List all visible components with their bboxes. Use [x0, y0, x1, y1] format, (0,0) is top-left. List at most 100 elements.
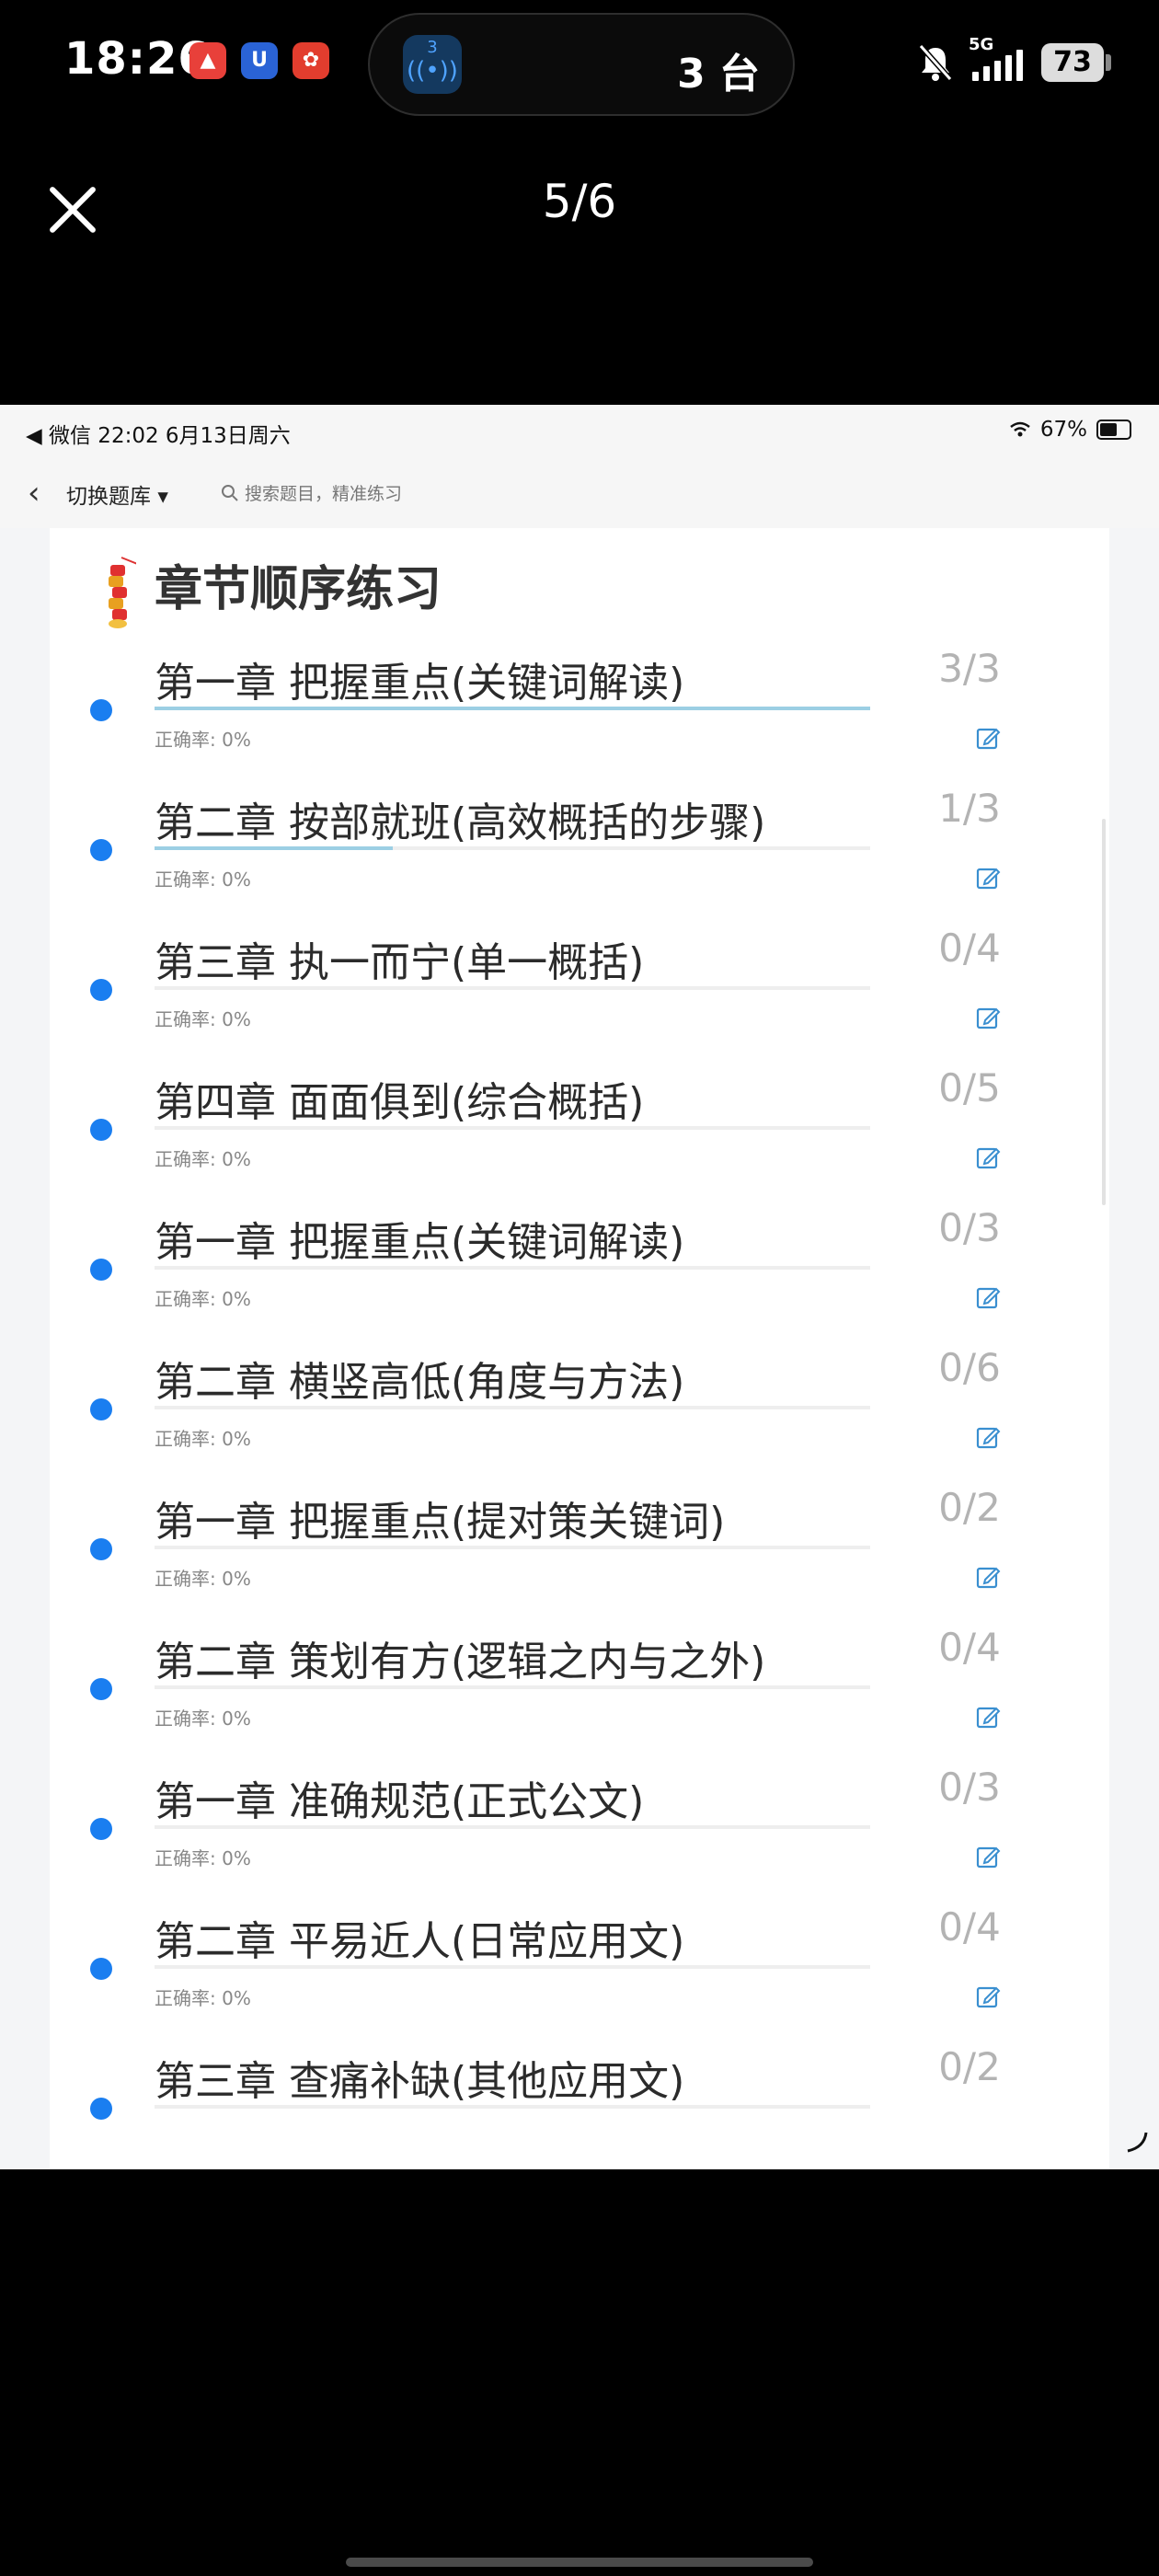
- signal-icon: 5G: [969, 35, 1023, 81]
- chapter-card: 章节顺序练习 第一章 把握重点(关键词解读) 正确率: 0% 3/3 第二章 按部就班…: [50, 528, 1109, 2169]
- edit-icon[interactable]: [975, 1424, 1001, 1450]
- progress-track: [155, 1825, 870, 1829]
- chapter-bullet: [90, 1678, 112, 1700]
- broadcast-icon: 3 ((•)): [403, 35, 462, 94]
- chapter-bullet: [90, 2098, 112, 2120]
- chapter-title: 第二章 平易近人(日常应用文): [155, 1918, 685, 1965]
- progress-fill: [155, 707, 870, 710]
- progress-track: [155, 986, 870, 990]
- progress-track: [155, 1965, 870, 1969]
- edit-icon[interactable]: [975, 725, 1001, 751]
- progress-count: 0/3: [938, 1205, 1001, 1250]
- progress-count: 3/3: [938, 646, 1001, 691]
- progress-count: 0/4: [938, 1904, 1001, 1949]
- dynamic-island[interactable]: 3 ((•)) 3 台: [368, 13, 795, 116]
- chapter-bullet: [90, 699, 112, 721]
- chapter-item[interactable]: 第一章 把握重点(提对策关键词) 正确率: 0% 0/2: [50, 1485, 1109, 1628]
- chapter-title: 第二章 按部就班(高效概括的步骤): [155, 799, 766, 846]
- progress-count: 0/3: [938, 1765, 1001, 1810]
- edit-icon[interactable]: [975, 865, 1001, 891]
- accuracy-label: 正确率: 0%: [155, 1148, 251, 1170]
- chapter-item[interactable]: 第一章 准确规范(正式公文) 正确率: 0% 0/3: [50, 1765, 1109, 1908]
- accuracy-label: 正确率: 0%: [155, 868, 251, 891]
- chapter-title: 第四章 面面俱到(综合概括): [155, 1079, 645, 1126]
- switch-bank-dropdown[interactable]: 切换题库 ▾: [66, 478, 168, 510]
- section-title: 章节顺序练习: [155, 562, 442, 617]
- edit-icon[interactable]: [975, 1284, 1001, 1310]
- firecracker-icon: [109, 557, 136, 628]
- progress-track: [155, 1546, 870, 1549]
- edit-icon[interactable]: [975, 1844, 1001, 1869]
- home-indicator[interactable]: [346, 2558, 813, 2567]
- chapter-title: 第一章 把握重点(提对策关键词): [155, 1499, 726, 1546]
- progress-count: 0/4: [938, 926, 1001, 971]
- chapter-title: 第三章 查痛补缺(其他应用文): [155, 2058, 685, 2105]
- scrollbar[interactable]: [1102, 819, 1106, 1205]
- chapter-item[interactable]: 第一章 把握重点(关键词解读) 正确率: 0% 3/3: [50, 646, 1109, 789]
- chapter-item[interactable]: 第二章 横竖高低(角度与方法) 正确率: 0% 0/6: [50, 1345, 1109, 1489]
- wifi-icon: [1010, 421, 1030, 437]
- edit-icon[interactable]: [975, 1984, 1001, 2009]
- progress-track: [155, 1126, 870, 1130]
- inner-status-left: ◀ 微信 22:02 6月13日周六: [26, 424, 291, 448]
- chapter-item[interactable]: 第四章 面面俱到(综合概括) 正确率: 0% 0/5: [50, 1065, 1109, 1209]
- progress-track: [155, 707, 870, 710]
- back-button[interactable]: ‹: [28, 475, 40, 512]
- status-time: 18:26: [64, 33, 210, 85]
- chapter-bullet: [90, 1259, 112, 1281]
- screenshot-image: ◀ 微信 22:02 6月13日周六 67% ‹ 切换题库 ▾ 搜索题目，精准练…: [0, 405, 1159, 2169]
- accuracy-label: 正确率: 0%: [155, 1987, 251, 2009]
- phone-status-bar: 18:26 ▲ U ✿ 3 ((•)) 3 台 5G 73: [0, 0, 1159, 129]
- edit-icon[interactable]: [975, 1704, 1001, 1730]
- progress-track: [155, 846, 870, 850]
- chapter-item[interactable]: 第三章 执一而宁(单一概括) 正确率: 0% 0/4: [50, 926, 1109, 1069]
- chapter-bullet: [90, 1119, 112, 1141]
- chapter-item[interactable]: 第三章 查痛补缺(其他应用文) 0/2: [50, 2044, 1109, 2169]
- chapter-item[interactable]: 第二章 策划有方(逻辑之内与之外) 正确率: 0% 0/4: [50, 1625, 1109, 1768]
- chapter-item[interactable]: 第一章 把握重点(关键词解读) 正确率: 0% 0/3: [50, 1205, 1109, 1349]
- blue-app-icon: U: [241, 42, 278, 79]
- progress-count: 0/2: [938, 2044, 1001, 2089]
- progress-track: [155, 2105, 870, 2109]
- search-input[interactable]: 搜索题目，精准练习: [221, 480, 402, 505]
- progress-track: [155, 1406, 870, 1409]
- accuracy-label: 正确率: 0%: [155, 729, 251, 751]
- progress-fill: [155, 846, 394, 850]
- chapter-title: 第二章 策划有方(逻辑之内与之外): [155, 1639, 766, 1685]
- accuracy-label: 正确率: 0%: [155, 1008, 251, 1030]
- accuracy-label: 正确率: 0%: [155, 1708, 251, 1730]
- island-text: 3 台: [677, 51, 760, 98]
- progress-count: 0/4: [938, 1625, 1001, 1670]
- chapter-bullet: [90, 979, 112, 1001]
- chapter-list: 第一章 把握重点(关键词解读) 正确率: 0% 3/3 第二章 按部就班(高效概括的步…: [50, 646, 1109, 2169]
- progress-count: 1/3: [938, 786, 1001, 831]
- chapter-bullet: [90, 1818, 112, 1840]
- bell-muted-icon: [918, 44, 953, 81]
- caret-down-icon: ▾: [157, 485, 168, 509]
- accuracy-label: 正确率: 0%: [155, 1428, 251, 1450]
- accuracy-label: 正确率: 0%: [155, 1568, 251, 1590]
- chapter-bullet: [90, 839, 112, 861]
- chapter-item[interactable]: 第二章 按部就班(高效概括的步骤) 正确率: 0% 1/3: [50, 786, 1109, 929]
- chapter-title: 第一章 准确规范(正式公文): [155, 1778, 645, 1825]
- edit-icon[interactable]: [975, 1005, 1001, 1030]
- red-app-icon: ▲: [189, 42, 226, 79]
- progress-count: 0/5: [938, 1065, 1001, 1110]
- progress-count: 0/6: [938, 1345, 1001, 1390]
- progress-count: 0/2: [938, 1485, 1001, 1530]
- page-indicator: 5/6: [542, 175, 617, 228]
- inner-battery-pct: 67%: [1039, 418, 1087, 442]
- edit-icon[interactable]: [975, 1144, 1001, 1170]
- search-icon: [222, 485, 238, 501]
- edit-icon[interactable]: [975, 1564, 1001, 1590]
- switch-bank-label: 切换题库: [66, 485, 151, 509]
- chapter-title: 第二章 横竖高低(角度与方法): [155, 1359, 685, 1406]
- chapter-title: 第一章 把握重点(关键词解读): [155, 1219, 685, 1266]
- chapter-bullet: [90, 1398, 112, 1420]
- inner-status-bar: ◀ 微信 22:02 6月13日周六 67%: [0, 405, 1159, 456]
- chapter-bullet: [90, 1958, 112, 1980]
- chapter-item[interactable]: 第二章 平易近人(日常应用文) 正确率: 0% 0/4: [50, 1904, 1109, 2048]
- chapter-bullet: [90, 1538, 112, 1560]
- network-type: 5G: [969, 35, 994, 54]
- loading-spinner-icon: [1127, 2132, 1148, 2153]
